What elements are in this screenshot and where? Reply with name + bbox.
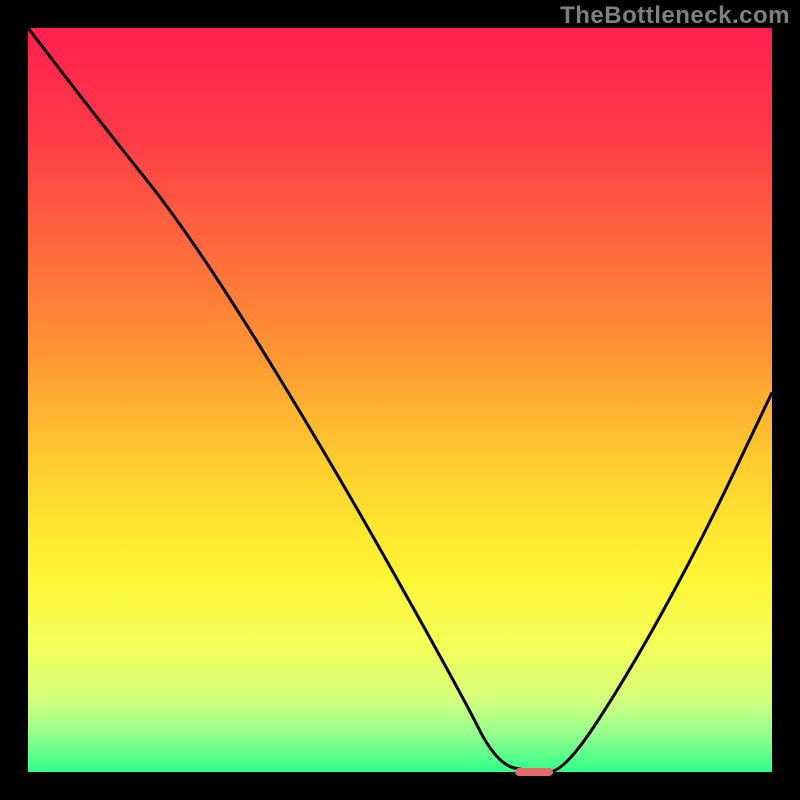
watermark-text: TheBottleneck.com (560, 2, 790, 30)
gradient-plot-area (28, 28, 772, 772)
chart-frame: TheBottleneck.com (0, 0, 800, 800)
optimal-marker (515, 768, 552, 777)
